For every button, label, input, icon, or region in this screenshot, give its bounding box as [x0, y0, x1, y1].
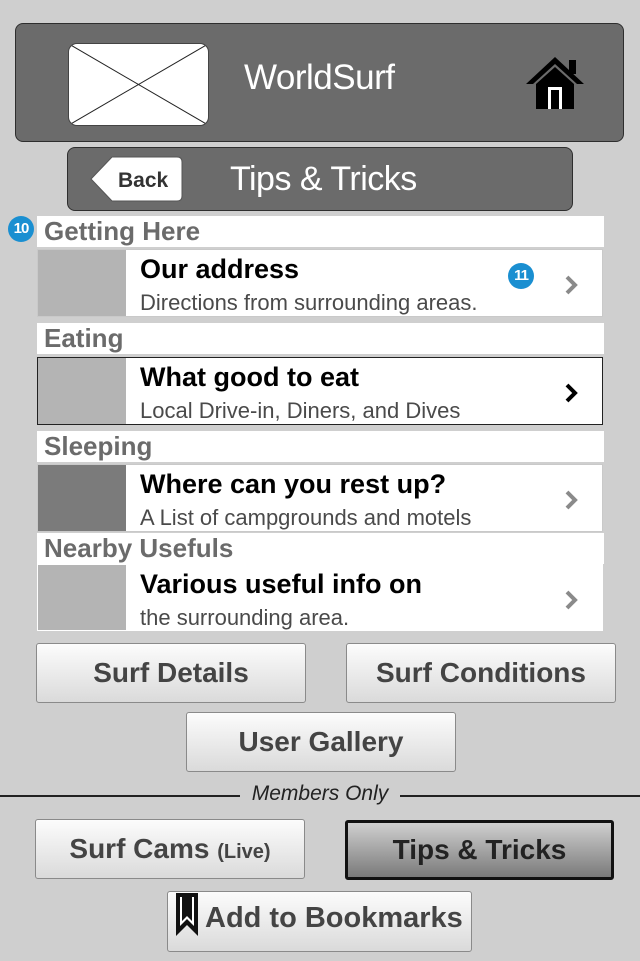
- row-title: Our address: [140, 254, 300, 284]
- surf-cams-button[interactable]: Surf Cams (Live): [35, 819, 305, 879]
- app-header: WorldSurf: [15, 23, 624, 142]
- thumbnail: [38, 465, 126, 531]
- list-item-our-address[interactable]: Our address Directions from surrounding …: [37, 249, 603, 317]
- page-title: Tips & Tricks: [230, 160, 417, 198]
- row-subtitle: Directions from surrounding areas.: [140, 290, 478, 315]
- chevron-right-icon: [565, 590, 578, 610]
- bookmark-icon: [176, 893, 198, 936]
- add-to-bookmarks-button[interactable]: Add to Bookmarks: [167, 891, 472, 952]
- section-label-getting-here: Getting Here: [37, 216, 604, 247]
- thumbnail: [38, 250, 126, 316]
- chevron-right-icon: [565, 490, 578, 510]
- app-title: WorldSurf: [244, 58, 395, 97]
- thumbnail: [38, 358, 126, 424]
- thumbnail: [38, 565, 126, 630]
- home-icon[interactable]: [524, 54, 586, 112]
- list-item-where-can-you-rest[interactable]: Where can you rest up? A List of campgro…: [37, 464, 603, 532]
- row-title: What good to eat: [140, 362, 359, 392]
- annotation-badge: 11: [508, 263, 534, 289]
- tips-tricks-button[interactable]: Tips & Tricks: [345, 820, 614, 880]
- sub-header: Back Tips & Tricks: [67, 147, 573, 211]
- back-button[interactable]: Back: [90, 156, 183, 202]
- back-label: Back: [118, 169, 169, 192]
- chevron-right-icon: [565, 275, 578, 295]
- list-item-what-good-to-eat[interactable]: What good to eat Local Drive-in, Diners,…: [37, 357, 603, 425]
- list-item-various-useful-info[interactable]: Various useful info on the surrounding a…: [37, 564, 603, 631]
- section-label-eating: Eating: [37, 323, 604, 354]
- surf-cams-live-label: (Live): [217, 841, 271, 863]
- chevron-right-icon: [565, 383, 578, 403]
- surf-cams-label: Surf Cams: [69, 833, 210, 864]
- divider-left: [0, 795, 240, 797]
- image-placeholder-icon: [68, 43, 209, 126]
- row-subtitle: the surrounding area.: [140, 605, 350, 630]
- user-gallery-button[interactable]: User Gallery: [186, 712, 456, 772]
- row-subtitle: A List of campgrounds and motels: [140, 505, 472, 530]
- row-title: Where can you rest up?: [140, 469, 447, 499]
- section-label-sleeping: Sleeping: [37, 431, 604, 462]
- section-label-nearby-usefuls: Nearby Usefuls: [37, 533, 604, 564]
- row-title: Various useful info on: [140, 569, 423, 599]
- row-subtitle: Local Drive-in, Diners, and Dives: [140, 398, 461, 423]
- members-only-label: Members Only: [251, 782, 389, 805]
- surf-details-button[interactable]: Surf Details: [36, 643, 306, 703]
- annotation-badge: 10: [8, 216, 34, 242]
- add-to-bookmarks-label: Add to Bookmarks: [205, 902, 463, 934]
- surf-conditions-button[interactable]: Surf Conditions: [346, 643, 616, 703]
- divider-right: [400, 795, 640, 797]
